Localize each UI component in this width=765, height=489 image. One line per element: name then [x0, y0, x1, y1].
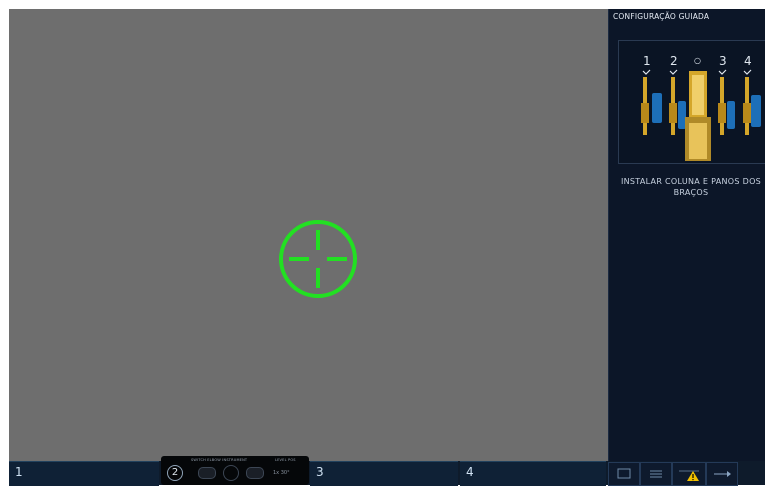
arm-label-2: 2	[670, 54, 678, 68]
tab-alerts[interactable]	[672, 462, 706, 486]
arm-3-button[interactable]: 3	[310, 461, 458, 486]
instrument-button[interactable]	[246, 467, 264, 479]
guided-setup-panel: CONFIGURAÇÃO GUIADA 1 2 ○ 3 4 INSTALAR C…	[608, 9, 765, 461]
arm-1-label: 1	[15, 465, 23, 479]
tab-settings[interactable]	[640, 462, 672, 486]
monitor-icon	[617, 468, 631, 479]
arm-label-4: 4	[744, 54, 752, 68]
arm-4-button[interactable]: 4	[460, 461, 606, 486]
tab-display[interactable]	[608, 462, 640, 486]
arm-2-badge[interactable]: 2	[167, 465, 183, 481]
warning-icon	[679, 470, 699, 481]
panel-title: CONFIGURAÇÃO GUIADA	[613, 12, 710, 21]
patient-cart-icon: 1 2 ○ 3 4	[641, 54, 761, 161]
elbow-indicator-icon	[223, 465, 239, 481]
arm-4-label: 4	[466, 465, 474, 479]
instrument-switch-button[interactable]	[198, 467, 216, 479]
arm-1-button[interactable]: 1	[9, 461, 159, 486]
list-icon	[650, 470, 662, 478]
camera-viewer[interactable]	[9, 9, 608, 461]
crosshair-icon	[279, 220, 357, 298]
dock-header-right: LEVEL POS	[275, 458, 296, 462]
dock-header-left: SWITCH ELBOW INSTRUMENT	[191, 458, 248, 462]
instruction-text: INSTALAR COLUNA E PANOS DOS BRAÇOS	[620, 177, 762, 197]
tab-next[interactable]	[706, 462, 738, 486]
instrument-dock: SWITCH ELBOW INSTRUMENT LEVEL POS 2 1x 3…	[161, 456, 309, 485]
camera-level-value: 1x 30°	[273, 470, 290, 476]
arm-label-3: 3	[719, 54, 727, 68]
arm-setup-illustration: 1 2 ○ 3 4	[618, 40, 765, 164]
arm-label-1: 1	[643, 54, 651, 68]
arrow-right-icon	[714, 471, 731, 477]
column-label: ○	[694, 56, 701, 65]
arm-3-label: 3	[316, 465, 324, 479]
